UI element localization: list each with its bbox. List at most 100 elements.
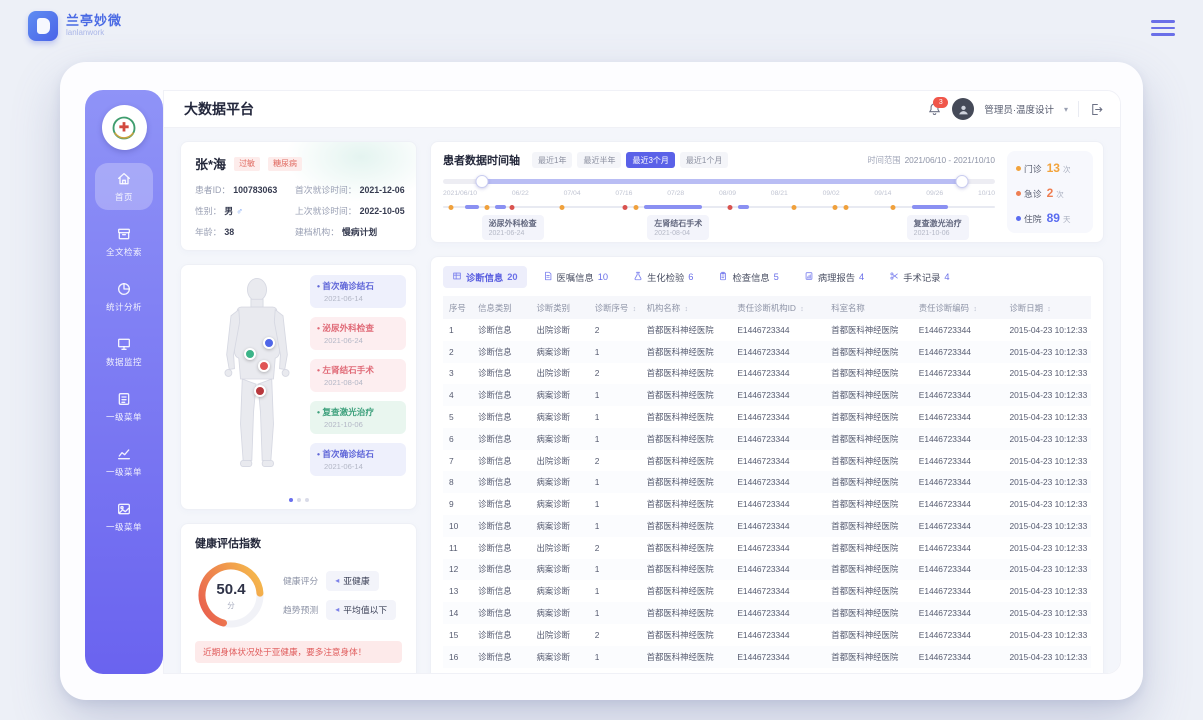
sort-icon[interactable]: ↕	[633, 306, 637, 313]
table-row[interactable]: 7诊断信息出院诊断2首都医科神经医院E1446723344首都医科神经医院E14…	[443, 450, 1091, 472]
table-row[interactable]: 10诊断信息病案诊断1首都医科神经医院E1446723344首都医科神经医院E1…	[443, 515, 1091, 537]
sort-icon[interactable]: ↕	[1047, 306, 1051, 313]
avatar[interactable]	[952, 98, 974, 120]
visit-event-dot[interactable]	[728, 205, 733, 210]
table-cell: 15	[443, 624, 472, 646]
page-topbar: 兰亭妙微 lanlanwork	[0, 0, 1203, 56]
timeline-filter-button[interactable]: 最近1个月	[680, 152, 728, 168]
table-cell: 首都医科神经医院	[641, 450, 732, 472]
timeline-filter-button[interactable]: 最近1年	[532, 152, 572, 168]
pager-dot[interactable]	[305, 498, 309, 502]
visit-event-dot[interactable]	[623, 205, 628, 210]
body-marker-dot[interactable]	[244, 348, 256, 360]
pager-dot[interactable]	[297, 498, 301, 502]
table-row[interactable]: 3诊断信息出院诊断2首都医科神经医院E1446723344首都医科神经医院E14…	[443, 363, 1091, 385]
chevron-down-icon[interactable]: ▾	[1064, 105, 1068, 114]
table-cell: 首都医科神经医院	[641, 406, 732, 428]
human-body-figure	[193, 275, 321, 483]
timeline-event-tooltip[interactable]: 泌尿外科检查2021-06-24	[482, 215, 544, 240]
slider-handle-right[interactable]	[955, 175, 968, 188]
hamburger-menu-icon[interactable]	[1151, 20, 1175, 36]
table-row[interactable]: 13诊断信息病案诊断1首都医科神经医院E1446723344首都医科神经医院E1…	[443, 580, 1091, 602]
sidebar-item-label: 一级菜单	[106, 521, 142, 533]
column-header[interactable]: 机构名称 ↕	[641, 296, 732, 319]
visit-event-dot[interactable]	[832, 205, 837, 210]
sidebar-item-menu-2[interactable]: 一级菜单	[95, 438, 153, 485]
timeline-filter-button[interactable]: 最近3个月	[626, 152, 674, 168]
table-cell: 1	[443, 319, 472, 341]
timeline-event-tooltip[interactable]: 复查激光治疗2021-10-06	[907, 215, 969, 240]
sidebar-item-menu-1[interactable]: 一级菜单	[95, 383, 153, 430]
logout-button[interactable]	[1089, 102, 1104, 117]
body-annotation[interactable]: • 左肾结石手术2021-08-04	[310, 359, 406, 392]
tab-手术记录[interactable]: 手术记录4	[880, 266, 958, 288]
visit-event-dot[interactable]	[449, 205, 454, 210]
table-row[interactable]: 11诊断信息出院诊断2首都医科神经医院E1446723344首都医科神经医院E1…	[443, 537, 1091, 559]
inpatient-event-segment[interactable]	[912, 205, 948, 209]
column-header[interactable]: 责任诊断机构ID ↕	[731, 296, 825, 319]
column-header[interactable]: 诊断日期 ↕	[1003, 296, 1091, 319]
sidebar-item-monitor[interactable]: 数据监控	[95, 328, 153, 375]
tab-病理报告[interactable]: 病理报告4	[795, 266, 873, 288]
tab-诊断信息[interactable]: 诊断信息20	[443, 266, 527, 288]
body-annotation[interactable]: • 首次确诊结石2021-06-14	[310, 275, 406, 308]
body-annotation[interactable]: • 首次确诊结石2021-06-14	[310, 443, 406, 476]
page-title: 大数据平台	[184, 99, 254, 119]
table-row[interactable]: 5诊断信息病案诊断1首都医科神经医院E1446723344首都医科神经医院E14…	[443, 406, 1091, 428]
table-row[interactable]: 2诊断信息病案诊断1首都医科神经医院E1446723344首都医科神经医院E14…	[443, 341, 1091, 363]
table-cell: E1446723344	[731, 537, 825, 559]
body-annotation[interactable]: • 泌尿外科检查2021-06-24	[310, 317, 406, 350]
table-row[interactable]: 12诊断信息病案诊断1首都医科神经医院E1446723344首都医科神经医院E1…	[443, 559, 1091, 581]
column-header[interactable]: 责任诊断编码 ↕	[913, 296, 1004, 319]
column-header[interactable]: 诊断序号 ↕	[589, 296, 641, 319]
table-row[interactable]: 16诊断信息病案诊断1首都医科神经医院E1446723344首都医科神经医院E1…	[443, 646, 1091, 668]
visit-event-dot[interactable]	[510, 205, 515, 210]
slider-selection[interactable]	[482, 179, 962, 184]
body-annotation[interactable]: • 复查激光治疗2021-10-06	[310, 401, 406, 434]
table-cell: 诊断信息	[472, 668, 530, 674]
timeline-tick: 08/21	[771, 190, 788, 197]
table-row[interactable]: 17诊断信息病案诊断1首都医科神经医院E1446723344首都医科神经医院E1…	[443, 668, 1091, 674]
sort-icon[interactable]: ↕	[800, 306, 804, 313]
timeline-tick: 10/10	[978, 190, 995, 197]
table-row[interactable]: 4诊断信息病案诊断1首都医科神经医院E1446723344首都医科神经医院E14…	[443, 384, 1091, 406]
sort-icon[interactable]: ↕	[684, 306, 688, 313]
visit-event-dot[interactable]	[890, 205, 895, 210]
timeline-event-tooltip[interactable]: 左肾结石手术2021-08-04	[647, 215, 709, 240]
timeline-slider[interactable]	[443, 176, 995, 186]
table-cell: 8	[443, 471, 472, 493]
pager-dot[interactable]	[289, 498, 293, 502]
table-row[interactable]: 1诊断信息出院诊断2首都医科神经医院E1446723344首都医科神经医院E14…	[443, 319, 1091, 341]
table-row[interactable]: 8诊断信息病案诊断1首都医科神经医院E1446723344首都医科神经医院E14…	[443, 471, 1091, 493]
user-menu[interactable]: 管理员·温度设计	[984, 102, 1054, 116]
timeline-filter-button[interactable]: 最近半年	[577, 152, 621, 168]
table-row[interactable]: 15诊断信息出院诊断2首都医科神经医院E1446723344首都医科神经医院E1…	[443, 624, 1091, 646]
sidebar-item-home[interactable]: 首页	[95, 163, 153, 210]
table-cell: E1446723344	[913, 668, 1004, 674]
table-row[interactable]: 9诊断信息病案诊断1首都医科神经医院E1446723344首都医科神经医院E14…	[443, 493, 1091, 515]
visit-event-dot[interactable]	[485, 205, 490, 210]
table-row[interactable]: 6诊断信息病案诊断1首都医科神经医院E1446723344首都医科神经医院E14…	[443, 428, 1091, 450]
table-cell: 病案诊断	[530, 428, 588, 450]
tab-检查信息[interactable]: 检查信息5	[709, 266, 787, 288]
inpatient-event-segment[interactable]	[465, 205, 479, 209]
tab-医嘱信息[interactable]: 医嘱信息10	[534, 266, 618, 288]
notifications-button[interactable]: 3	[927, 102, 942, 117]
sidebar-item-menu-3[interactable]: 一级菜单	[95, 493, 153, 540]
sidebar-item-search[interactable]: 全文检索	[95, 218, 153, 265]
table-cell: 2015-04-23 10:12:33	[1003, 319, 1091, 341]
table-cell: 1	[589, 602, 641, 624]
visit-event-dot[interactable]	[634, 205, 639, 210]
visit-event-dot[interactable]	[843, 205, 848, 210]
inpatient-event-segment[interactable]	[644, 205, 702, 209]
inpatient-event-segment[interactable]	[738, 205, 749, 209]
visit-event-dot[interactable]	[791, 205, 796, 210]
visit-event-dot[interactable]	[559, 205, 564, 210]
sidebar-item-stats[interactable]: 统计分析	[95, 273, 153, 320]
inpatient-event-segment[interactable]	[495, 205, 506, 209]
table-row[interactable]: 14诊断信息病案诊断1首都医科神经医院E1446723344首都医科神经医院E1…	[443, 602, 1091, 624]
slider-handle-left[interactable]	[475, 175, 488, 188]
tab-生化检验[interactable]: 生化检验6	[624, 266, 702, 288]
sort-icon[interactable]: ↕	[973, 306, 977, 313]
table-cell: 2015-04-23 10:12:33	[1003, 428, 1091, 450]
